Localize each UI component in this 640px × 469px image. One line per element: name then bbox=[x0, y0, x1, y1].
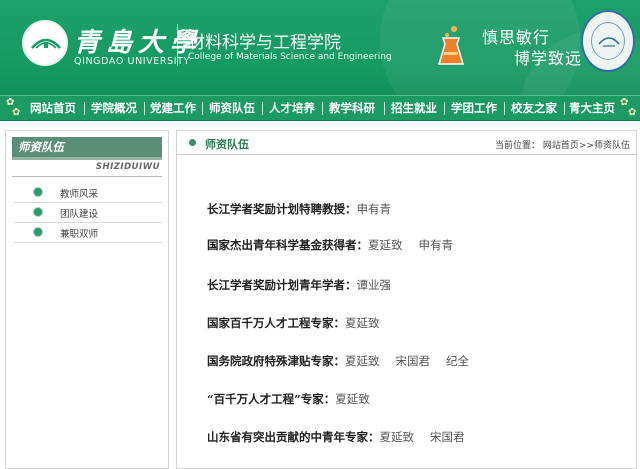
nav-item-home[interactable]: 网站首页 bbox=[28, 96, 78, 121]
nav-item-label: 学院概况 bbox=[91, 101, 137, 115]
honor-name: 夏延致 bbox=[368, 238, 403, 252]
honor-category: 国家杰出青年科学基金获得者： bbox=[207, 238, 368, 252]
honor-row: 长江学者奖励计划特聘教授：申有青 bbox=[207, 201, 407, 217]
nav-item-party[interactable]: 党建工作 bbox=[148, 96, 198, 121]
nav-separator bbox=[444, 102, 445, 115]
sidebar-title-underline bbox=[12, 157, 162, 160]
content-header: 师资队伍 当前位置： 网站首页>>师资队伍 bbox=[177, 131, 636, 155]
honor-name: 纪全 bbox=[446, 354, 469, 368]
nav-separator bbox=[564, 102, 565, 115]
honor-row: “百千万人才工程”专家：夏延致 bbox=[207, 391, 386, 407]
honor-category: 长江学者奖励计划青年学者： bbox=[207, 278, 357, 292]
honor-category: 长江学者奖励计划特聘教授： bbox=[207, 202, 357, 216]
bullet-icon bbox=[34, 208, 42, 216]
breadcrumb-current[interactable]: 师资队伍 bbox=[594, 141, 630, 151]
nav-item-student-affairs[interactable]: 学团工作 bbox=[448, 96, 500, 121]
honor-name: 谭业强 bbox=[356, 278, 392, 292]
nav-separator bbox=[84, 102, 85, 115]
nav-separator bbox=[322, 102, 323, 115]
university-name-en: QINGDAO UNIVERSITY bbox=[74, 56, 190, 67]
sidebar-divider bbox=[12, 176, 162, 177]
flower-icon: ✿ bbox=[628, 107, 637, 118]
nav-item-about[interactable]: 学院概况 bbox=[88, 96, 140, 121]
nav-item-label: 学团工作 bbox=[451, 101, 497, 115]
university-logo-icon[interactable] bbox=[22, 20, 68, 66]
college-seal-icon bbox=[581, 10, 635, 72]
nav-separator bbox=[262, 102, 263, 115]
nav-item-alumni[interactable]: 校友之家 bbox=[508, 96, 560, 121]
breadcrumb-separator: >> bbox=[578, 141, 594, 151]
nav-item-university-home[interactable]: 青大主页 bbox=[566, 96, 618, 121]
honor-category: 山东省有突出贡献的中青年专家： bbox=[207, 430, 380, 444]
breadcrumb-prefix: 当前位置： bbox=[494, 141, 540, 151]
sidebar-item-label: 兼职双师 bbox=[60, 229, 99, 240]
nav-item-label: 招生就业 bbox=[391, 101, 437, 115]
bullet-icon bbox=[34, 228, 42, 236]
honor-name: 宋国君 bbox=[430, 430, 465, 444]
nav-item-label: 校友之家 bbox=[511, 101, 557, 115]
nav-item-label: 青大主页 bbox=[569, 101, 615, 115]
honor-name: 夏延致 bbox=[345, 316, 380, 330]
nav-item-label: 网站首页 bbox=[30, 101, 76, 115]
nav-separator bbox=[384, 102, 385, 115]
main-content: 师资队伍 当前位置： 网站首页>>师资队伍 长江学者奖励计划特聘教授：申有青 国… bbox=[176, 130, 637, 469]
honor-name: 申有青 bbox=[356, 202, 392, 216]
section-bullet-icon bbox=[189, 139, 196, 146]
honor-name: 宋国君 bbox=[395, 354, 431, 368]
nav-item-faculty[interactable]: 师资队伍 bbox=[206, 96, 258, 121]
sidebar-item-team-building[interactable]: 团队建设 bbox=[14, 203, 162, 223]
nav-item-admissions[interactable]: 招生就业 bbox=[388, 96, 440, 121]
nav-item-talent[interactable]: 人才培养 bbox=[266, 96, 318, 121]
honor-category: 国家百千万人才工程专家： bbox=[207, 316, 345, 330]
university-name-cn: 青島大學 bbox=[74, 28, 203, 58]
sidebar: 师资队伍 SHIZIDUIWU 教师风采 团队建设 兼职双师 bbox=[5, 130, 169, 469]
honor-row: 国家百千万人才工程专家：夏延致 bbox=[207, 315, 396, 331]
bullet-icon bbox=[34, 188, 42, 196]
nav-item-label: 教学科研 bbox=[329, 101, 375, 115]
flower-icon: ✿ bbox=[12, 107, 21, 118]
sidebar-item-part-time-teachers[interactable]: 兼职双师 bbox=[14, 223, 162, 243]
sidebar-item-label: 教师风采 bbox=[60, 189, 99, 200]
sidebar-title: 师资队伍 bbox=[12, 137, 162, 157]
nav-item-label: 人才培养 bbox=[269, 101, 315, 115]
flask-icon bbox=[437, 26, 465, 65]
breadcrumb: 当前位置： 网站首页>>师资队伍 bbox=[495, 138, 630, 151]
college-name-en: College of Materials Science and Enginee… bbox=[188, 52, 392, 62]
main-nav: ✿ ✿ 网站首页 学院概况 党建工作 师资队伍 人才培养 教学科研 招生就业 学… bbox=[0, 95, 640, 121]
honor-name: 夏延致 bbox=[345, 354, 380, 368]
nav-item-label: 师资队伍 bbox=[209, 101, 255, 115]
motto-line-2: 博学致远 bbox=[514, 49, 583, 68]
honor-category: 国务院政府特殊津贴专家： bbox=[207, 354, 345, 368]
site-header: 青島大學 QINGDAO UNIVERSITY 材料科学与工程学院 Colleg… bbox=[0, 0, 640, 95]
nav-separator bbox=[144, 102, 145, 115]
sidebar-item-teacher-showcase[interactable]: 教师风采 bbox=[14, 183, 162, 203]
nav-separator bbox=[504, 102, 505, 115]
honor-name: 申有青 bbox=[418, 238, 454, 252]
breadcrumb-home-link[interactable]: 网站首页 bbox=[543, 141, 579, 151]
nav-separator bbox=[202, 102, 203, 115]
header-divider bbox=[177, 24, 178, 66]
sidebar-item-label: 团队建设 bbox=[60, 209, 99, 220]
nav-item-label: 党建工作 bbox=[150, 101, 196, 115]
honor-row: 国务院政府特殊津贴专家：夏延致 宋国君 纪全 bbox=[207, 353, 485, 369]
college-name-cn: 材料科学与工程学院 bbox=[188, 33, 341, 53]
honor-row: 山东省有突出贡献的中青年专家：夏延致 宋国君 bbox=[207, 429, 481, 445]
honor-row: 国家杰出青年科学基金获得者：夏延致 申有青 bbox=[207, 237, 469, 253]
seal-mark-icon bbox=[598, 37, 620, 47]
honor-name: 夏延致 bbox=[379, 430, 415, 444]
nav-item-research[interactable]: 教学科研 bbox=[326, 96, 378, 121]
honor-category: “百千万人才工程”专家： bbox=[207, 392, 336, 406]
sidebar-pinyin: SHIZIDUIWU bbox=[95, 162, 160, 172]
honor-row: 长江学者奖励计划青年学者：谭业强 bbox=[207, 277, 407, 293]
honor-name: 夏延致 bbox=[335, 392, 370, 406]
page-title: 师资队伍 bbox=[205, 138, 249, 151]
